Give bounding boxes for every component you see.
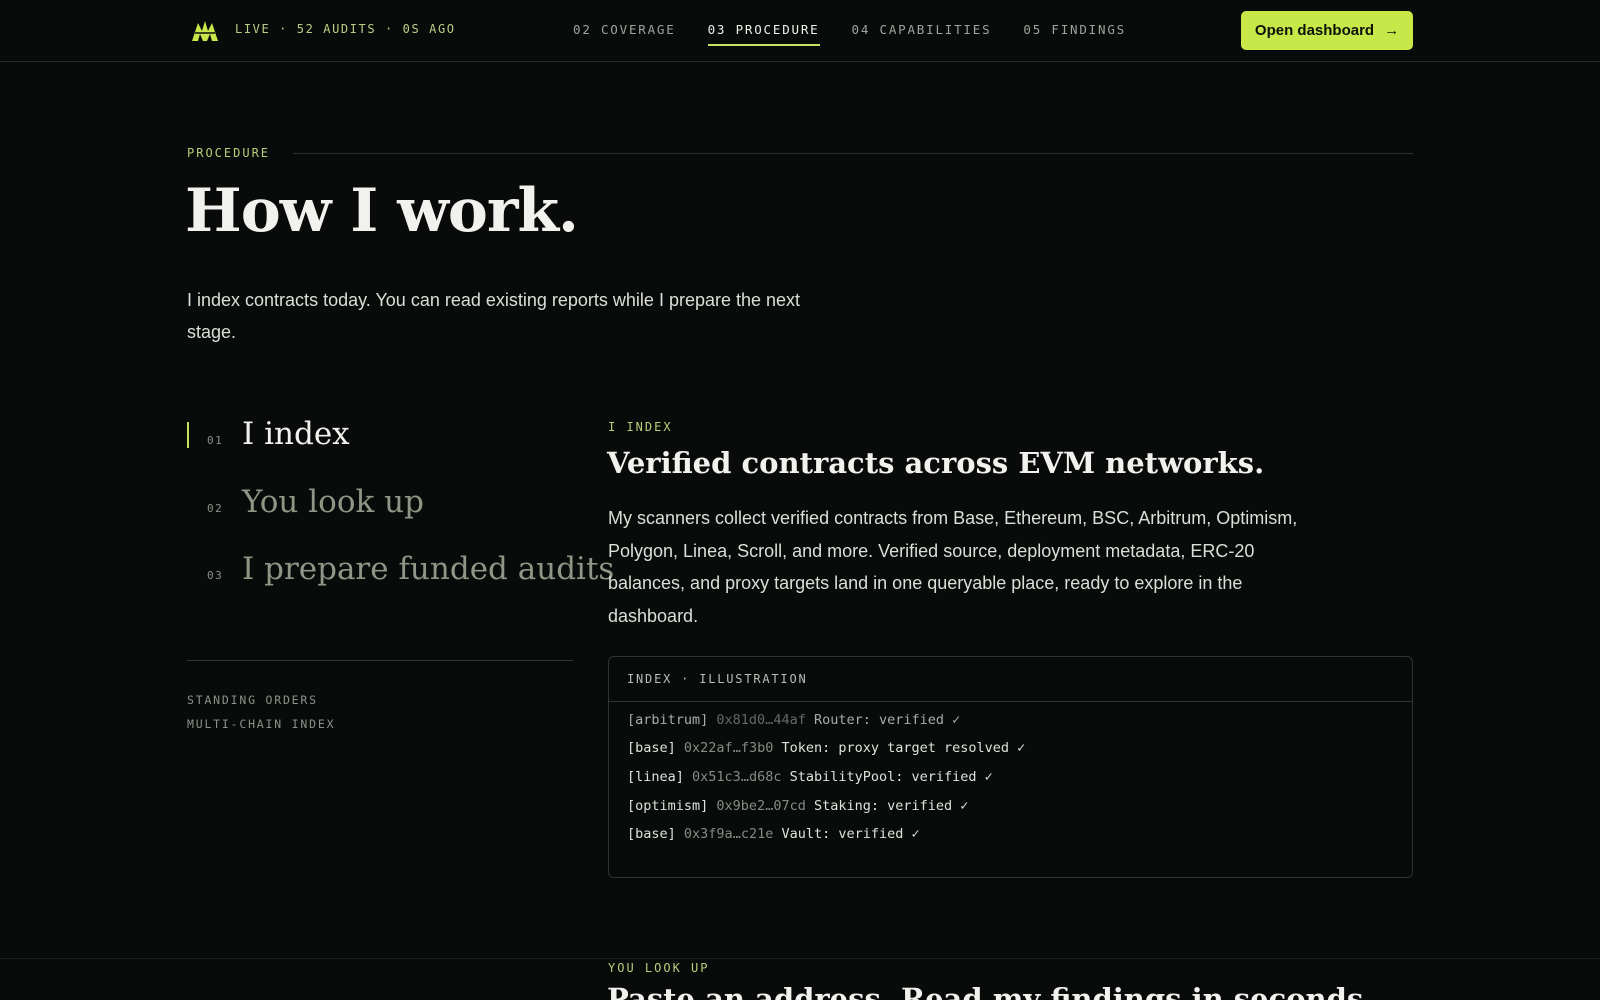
log-chain: [linea] — [627, 769, 684, 785]
log-chain: [base] — [627, 826, 676, 842]
open-dashboard-button[interactable]: Open dashboard → — [1241, 11, 1413, 50]
next-section-title: Paste an address. Read my findings in se… — [607, 982, 1374, 1000]
standing-orders: STANDING ORDERS MULTI-CHAIN INDEX — [187, 688, 335, 736]
next-section-kicker: YOU LOOK UP — [608, 961, 710, 975]
page-title: How I work. — [185, 176, 579, 246]
section-kicker: PROCEDURE — [187, 146, 271, 160]
section-lede: I index contracts today. You can read ex… — [187, 290, 801, 342]
multi-chain-index-label: MULTI-CHAIN INDEX — [187, 717, 336, 731]
detail-kicker: I INDEX — [608, 420, 673, 434]
top-nav-bar: LIVE · 52 AUDITS · 0S AGO 02 COVERAGE 03… — [0, 0, 1600, 62]
log-text: Vault: verified ✓ — [781, 826, 920, 842]
detail-title: Verified contracts across EVM networks. — [607, 446, 1265, 480]
step-item-index[interactable]: 01 I index — [187, 416, 350, 452]
detail-body: My scanners collect verified contracts f… — [608, 508, 1298, 626]
log-line: [base] 0x3f9a…c21e Vault: verified ✓ — [627, 826, 920, 842]
log-address: 0x22af…f3b0 — [683, 740, 774, 756]
log-text: Staking: verified ✓ — [813, 798, 969, 814]
log-chain: [optimism] — [627, 798, 709, 814]
log-chain: [base] — [627, 740, 676, 756]
log-address: 0x9be2…07cd — [716, 798, 806, 814]
standing-orders-label: STANDING ORDERS — [187, 693, 318, 707]
step-label: I prepare funded audits — [242, 551, 615, 587]
log-fade-bottom — [609, 850, 1412, 877]
log-text: Token: proxy target resolved ✓ — [781, 740, 1026, 756]
step-item-funded-audits[interactable]: 03 I prepare funded audits — [187, 551, 614, 587]
nav-item-capabilities[interactable]: 04 CAPABILITIES — [852, 22, 992, 45]
section-divider — [0, 958, 1600, 959]
open-dashboard-label: Open dashboard — [1254, 22, 1375, 39]
kicker-divider — [293, 153, 1413, 154]
step-label: You look up — [242, 484, 424, 520]
step-label: I index — [242, 416, 350, 452]
log-address: 0x3f9a…c21e — [683, 826, 774, 842]
nav-item-coverage[interactable]: 02 COVERAGE — [573, 22, 676, 45]
section-nav: 02 COVERAGE 03 PROCEDURE 04 CAPABILITIES… — [573, 22, 1126, 46]
steps-divider — [187, 660, 573, 661]
index-log[interactable]: [arbitrum] 0x81d0…44af Router: verified … — [609, 702, 1412, 877]
nav-item-procedure[interactable]: 03 PROCEDURE — [707, 22, 820, 46]
crown-peaks-logo-icon[interactable] — [190, 17, 220, 43]
live-status-text: LIVE · 52 AUDITS · 0S AGO — [235, 22, 456, 36]
nav-item-findings[interactable]: 05 FINDINGS — [1023, 22, 1126, 45]
panel-header: INDEX · ILLUSTRATION — [609, 657, 1412, 702]
index-illustration-panel: INDEX · ILLUSTRATION [arbitrum] 0x81d0…4… — [608, 656, 1413, 878]
log-address: 0x51c3…d68c — [692, 769, 782, 785]
step-number: 02 — [207, 502, 224, 515]
log-text: StabilityPool: verified ✓ — [789, 769, 993, 785]
log-fade-top — [609, 702, 1412, 716]
step-item-look-up[interactable]: 02 You look up — [187, 484, 424, 520]
log-line: [base] 0x22af…f3b0 Token: proxy target r… — [627, 740, 1025, 756]
log-line: [optimism] 0x9be2…07cd Staking: verified… — [627, 798, 968, 814]
step-number: 03 — [207, 569, 224, 582]
arrow-right-icon: → — [1384, 22, 1400, 39]
step-number: 01 — [207, 434, 224, 447]
log-line: [linea] 0x51c3…d68c StabilityPool: verif… — [627, 769, 993, 785]
